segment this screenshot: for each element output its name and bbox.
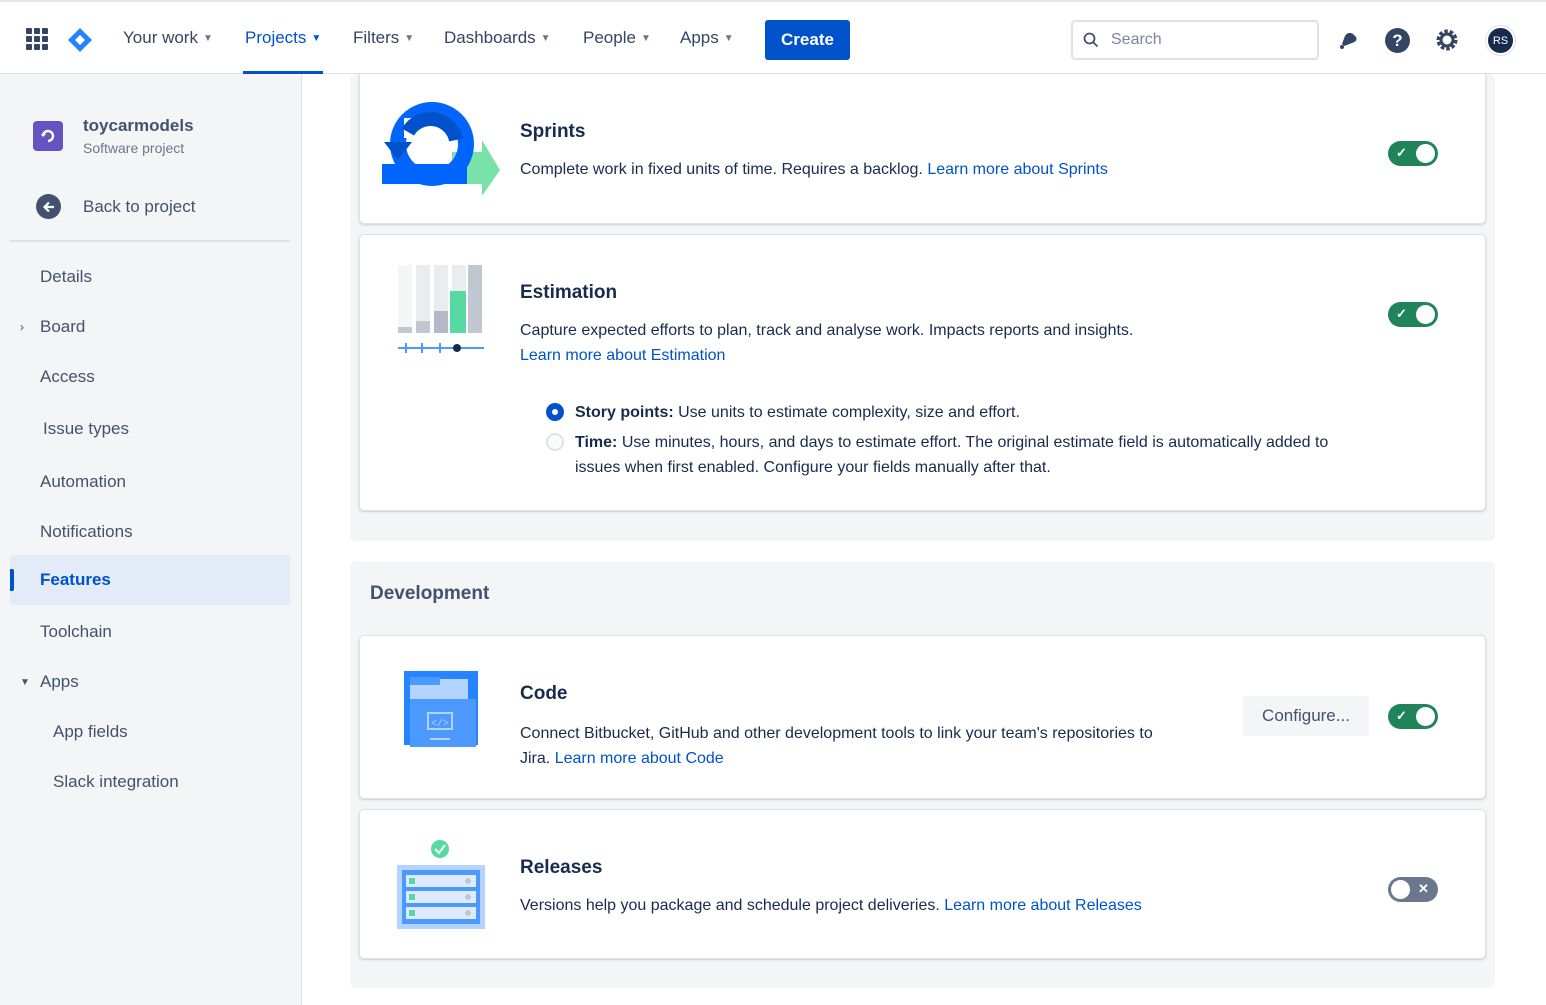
top-navigation: Your work ▼ Projects ▼ Filters ▼ Dashboards… — [0, 0, 1546, 74]
sidebar-item-label: Issue types — [43, 419, 129, 438]
learn-more-sprints-link[interactable]: Learn more about Sprints — [927, 161, 1108, 178]
back-label: Back to project — [83, 196, 196, 216]
jira-logo-icon[interactable] — [66, 26, 94, 54]
sidebar-item-notifications[interactable]: Notifications — [10, 507, 290, 557]
sidebar-item-features[interactable]: Features — [10, 555, 290, 605]
chevron-down-icon: ▼ — [311, 32, 322, 44]
sprints-toggle[interactable]: ✓ — [1388, 141, 1438, 166]
arrow-left-icon — [36, 194, 61, 219]
estimation-description: Capture expected efforts to plan, track … — [520, 318, 1340, 368]
sidebar-item-toolchain[interactable]: Toolchain — [10, 607, 290, 657]
learn-more-estimation-link[interactable]: Learn more about Estimation — [520, 343, 1340, 368]
option-label: Time: — [575, 434, 618, 451]
releases-toggle[interactable]: ✕ — [1388, 877, 1438, 902]
nav-filters[interactable]: Filters ▼ — [353, 2, 414, 74]
chevron-down-icon: ▼ — [20, 676, 30, 688]
chevron-down-icon: ▼ — [723, 32, 734, 44]
sidebar-item-label: Automation — [40, 472, 126, 491]
check-icon: ✓ — [1396, 306, 1407, 321]
sidebar-item-label: App fields — [53, 722, 128, 741]
settings-gear-icon[interactable] — [1433, 26, 1461, 54]
svg-text:?: ? — [1392, 31, 1402, 50]
sprints-description: Complete work in fixed units of time. Re… — [520, 157, 1108, 182]
story-points-option[interactable]: Story points: Use units to estimate comp… — [575, 400, 1335, 425]
sprints-title: Sprints — [520, 121, 586, 142]
releases-desc-text: Versions help you package and schedule p… — [520, 897, 940, 914]
project-name: toycarmodels — [83, 116, 194, 135]
project-header[interactable]: toycarmodels Software project — [33, 116, 194, 156]
search-icon — [1083, 32, 1099, 48]
estimation-title: Estimation — [520, 282, 618, 303]
sidebar-item-label: Toolchain — [40, 622, 112, 641]
nav-dashboards[interactable]: Dashboards ▼ — [444, 2, 551, 74]
check-icon: ✓ — [1396, 145, 1407, 160]
chevron-down-icon: ▼ — [540, 32, 551, 44]
sidebar-item-label: Apps — [40, 672, 79, 691]
close-icon: ✕ — [1418, 881, 1429, 896]
option-desc: Use units to estimate complexity, size a… — [678, 404, 1020, 421]
project-type: Software project — [83, 140, 185, 156]
learn-more-releases-link[interactable]: Learn more about Releases — [944, 897, 1141, 914]
sidebar-item-label: Access — [40, 367, 95, 386]
estimation-illustration-icon — [398, 265, 484, 353]
sidebar-item-board[interactable]: › Board — [10, 302, 290, 352]
time-option[interactable]: Time: Use minutes, hours, and days to es… — [575, 430, 1335, 480]
back-to-project-link[interactable]: Back to project — [36, 194, 195, 219]
chevron-down-icon: ▼ — [640, 32, 651, 44]
estimation-desc-text: Capture expected efforts to plan, track … — [520, 322, 1134, 339]
sidebar-item-issue-types[interactable]: Issue types — [10, 404, 290, 454]
sidebar-item-label: Slack integration — [53, 772, 179, 791]
learn-more-code-link[interactable]: Learn more about Code — [555, 750, 724, 767]
sidebar-item-label: Features — [40, 570, 111, 589]
nav-projects[interactable]: Projects ▼ — [243, 2, 324, 74]
development-group-title: Development — [370, 583, 490, 604]
code-feature-card: </> Code Connect Bitbucket, GitHub and o… — [359, 635, 1486, 799]
code-illustration-icon: </> — [404, 671, 478, 747]
option-desc: Use minutes, hours, and days to estimate… — [575, 434, 1329, 476]
create-button[interactable]: Create — [765, 20, 850, 60]
check-icon: ✓ — [1396, 708, 1407, 723]
releases-description: Versions help you package and schedule p… — [520, 893, 1142, 918]
help-icon[interactable]: ? — [1383, 26, 1411, 54]
estimation-feature-card: Estimation Capture expected efforts to p… — [359, 234, 1486, 511]
sidebar-item-details[interactable]: Details — [10, 252, 290, 302]
project-avatar-icon — [33, 121, 63, 151]
user-avatar[interactable]: RS — [1486, 26, 1515, 55]
sprints-desc-text: Complete work in fixed units of time. Re… — [520, 161, 923, 178]
code-toggle[interactable]: ✓ — [1388, 704, 1438, 729]
nav-people[interactable]: People ▼ — [583, 2, 651, 74]
search-input[interactable] — [1111, 31, 1291, 49]
app-switcher-icon[interactable] — [26, 28, 48, 50]
sidebar-item-access[interactable]: Access — [10, 352, 290, 402]
option-label: Story points: — [575, 404, 674, 421]
project-settings-sidebar: toycarmodels Software project Back to pr… — [0, 74, 302, 1005]
chevron-down-icon: ▼ — [202, 32, 213, 44]
story-points-radio[interactable] — [546, 403, 564, 421]
chevron-right-icon: › — [20, 320, 24, 334]
sidebar-item-automation[interactable]: Automation — [10, 457, 290, 507]
chevron-down-icon: ▼ — [404, 32, 415, 44]
releases-feature-card: Releases Versions help you package and s… — [359, 809, 1486, 959]
configure-code-button[interactable]: Configure... — [1243, 696, 1369, 736]
time-radio[interactable] — [546, 433, 564, 451]
sidebar-item-label: Details — [40, 267, 92, 286]
releases-title: Releases — [520, 857, 603, 878]
releases-illustration-icon — [397, 840, 485, 929]
sidebar-item-label: Board — [40, 317, 86, 336]
search-box[interactable] — [1071, 20, 1319, 60]
sidebar-item-app-fields[interactable]: App fields — [10, 707, 290, 757]
sidebar-item-label: Notifications — [40, 522, 133, 541]
sprints-illustration-icon — [382, 102, 500, 196]
svg-text:</>: </> — [431, 718, 449, 730]
notifications-icon[interactable] — [1334, 26, 1362, 54]
sidebar-item-apps[interactable]: ▼ Apps — [10, 657, 290, 707]
sprints-feature-card: Sprints Complete work in fixed units of … — [359, 74, 1486, 224]
sidebar-item-slack-integration[interactable]: Slack integration — [10, 757, 290, 807]
nav-your-work[interactable]: Your work ▼ — [123, 2, 213, 74]
code-title: Code — [520, 683, 568, 704]
code-description: Connect Bitbucket, GitHub and other deve… — [520, 721, 1160, 771]
sidebar-divider — [10, 240, 290, 242]
estimation-toggle[interactable]: ✓ — [1388, 302, 1438, 327]
nav-apps[interactable]: Apps ▼ — [680, 2, 734, 74]
